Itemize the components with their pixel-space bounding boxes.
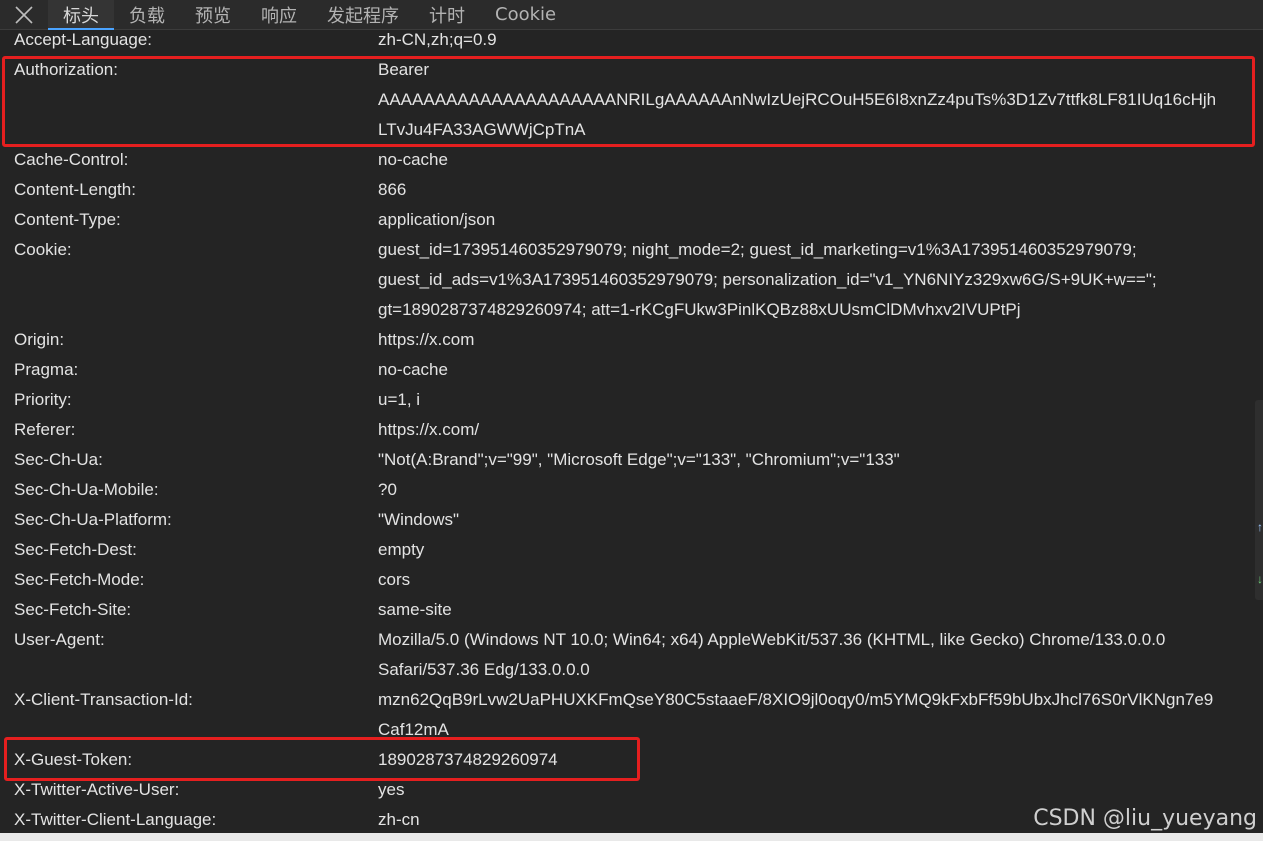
header-row-priority: Priority: u=1, i	[0, 385, 1263, 415]
header-name: User-Agent:	[14, 630, 105, 649]
header-row-sec-ch-ua-mobile: Sec-Ch-Ua-Mobile: ?0	[0, 475, 1263, 505]
header-value-line: no-cache	[378, 360, 448, 379]
header-value-line: zh-CN,zh;q=0.9	[378, 30, 497, 49]
header-value[interactable]: mzn62QqB9rLvw2UaPHUXKFmQseY80C5staaeF/8X…	[378, 685, 1248, 745]
header-value-line: Caf12mA	[378, 720, 449, 739]
header-row-sec-fetch-mode: Sec-Fetch-Mode: cors	[0, 565, 1263, 595]
header-name: Sec-Fetch-Mode:	[14, 570, 145, 589]
header-value-line: guest_id_ads=v1%3A173951460352979079; pe…	[378, 270, 1157, 289]
header-value[interactable]: 1890287374829260974	[378, 745, 1248, 775]
header-row-cookie: Cookie: guest_id=173951460352979079; nig…	[0, 235, 1263, 325]
header-value[interactable]: "Not(A:Brand";v="99", "Microsoft Edge";v…	[378, 445, 1248, 475]
header-value[interactable]: "Windows"	[378, 505, 1248, 535]
header-value[interactable]: Bearer AAAAAAAAAAAAAAAAAAAAANRILgAAAAAAn…	[378, 55, 1248, 145]
header-value[interactable]: empty	[378, 535, 1248, 565]
header-value-line: https://x.com	[378, 330, 475, 349]
header-name: Referer:	[14, 420, 76, 439]
side-panel-edge[interactable]	[1255, 400, 1263, 600]
header-value[interactable]: yes	[378, 775, 1248, 805]
header-name: Origin:	[14, 330, 65, 349]
header-name: Sec-Ch-Ua:	[14, 450, 103, 469]
header-value-line: no-cache	[378, 150, 448, 169]
header-value[interactable]: https://x.com	[378, 325, 1248, 355]
header-row-authorization: Authorization: Bearer AAAAAAAAAAAAAAAAAA…	[0, 55, 1263, 145]
header-value[interactable]: no-cache	[378, 355, 1248, 385]
header-name: Sec-Ch-Ua-Mobile:	[14, 480, 159, 499]
arrow-down-icon: ↓	[1257, 572, 1263, 586]
header-value-line: 1890287374829260974	[378, 750, 558, 769]
request-headers-list: Accept-Language: zh-CN,zh;q=0.9 Authoriz…	[0, 25, 1263, 835]
header-value-line: mzn62QqB9rLvw2UaPHUXKFmQseY80C5staaeF/8X…	[378, 690, 1214, 709]
header-name: X-Twitter-Active-User:	[14, 780, 180, 799]
header-value-line: same-site	[378, 600, 452, 619]
header-value[interactable]: cors	[378, 565, 1248, 595]
header-value-line: AAAAAAAAAAAAAAAAAAAAANRILgAAAAAAnNwIzUej…	[378, 90, 1217, 109]
header-value-line: cors	[378, 570, 411, 589]
header-row-sec-fetch-dest: Sec-Fetch-Dest: empty	[0, 535, 1263, 565]
header-value-line: "Windows"	[378, 510, 460, 529]
header-value-line: Safari/537.36 Edg/133.0.0.0	[378, 660, 590, 679]
header-row-x-guest-token: X-Guest-Token: 1890287374829260974	[0, 745, 1263, 775]
close-icon	[15, 5, 33, 24]
header-value-line: ?0	[378, 480, 397, 499]
header-value-line: Bearer	[378, 60, 430, 79]
header-row-referer: Referer: https://x.com/	[0, 415, 1263, 445]
header-row-x-client-transaction-id: X-Client-Transaction-Id: mzn62QqB9rLvw2U…	[0, 685, 1263, 745]
header-value-line: guest_id=173951460352979079; night_mode=…	[378, 240, 1137, 259]
header-name: Sec-Fetch-Dest:	[14, 540, 137, 559]
header-name: Pragma:	[14, 360, 79, 379]
header-value[interactable]: same-site	[378, 595, 1248, 625]
header-row-user-agent: User-Agent: Mozilla/5.0 (Windows NT 10.0…	[0, 625, 1263, 685]
header-value[interactable]: ?0	[378, 475, 1248, 505]
header-value-line: "Not(A:Brand";v="99", "Microsoft Edge";v…	[378, 450, 900, 469]
arrow-up-icon: ↑	[1257, 520, 1263, 534]
watermark: CSDN @liu_yueyang	[1033, 806, 1257, 831]
header-row-content-length: Content-Length: 866	[0, 175, 1263, 205]
header-name: Authorization:	[14, 60, 118, 79]
header-name: Cookie:	[14, 240, 72, 259]
header-value-line: 866	[378, 180, 407, 199]
header-value-line: application/json	[378, 210, 496, 229]
header-value[interactable]: Mozilla/5.0 (Windows NT 10.0; Win64; x64…	[378, 625, 1248, 685]
header-value-line: https://x.com/	[378, 420, 480, 439]
header-name: X-Guest-Token:	[14, 750, 133, 769]
header-value[interactable]: 866	[378, 175, 1248, 205]
header-value-line: u=1, i	[378, 390, 421, 409]
header-row-sec-ch-ua: Sec-Ch-Ua: "Not(A:Brand";v="99", "Micros…	[0, 445, 1263, 475]
header-name: Accept-Language:	[14, 30, 152, 49]
header-name: X-Client-Transaction-Id:	[14, 690, 193, 709]
header-value[interactable]: https://x.com/	[378, 415, 1248, 445]
header-row-origin: Origin: https://x.com	[0, 325, 1263, 355]
header-value-line: Mozilla/5.0 (Windows NT 10.0; Win64; x64…	[378, 630, 1166, 649]
header-name: Sec-Fetch-Site:	[14, 600, 132, 619]
header-value-line: gt=1890287374829260974; att=1-rKCgFUkw3P…	[378, 300, 1021, 319]
header-name: Content-Type:	[14, 210, 121, 229]
header-value-line: yes	[378, 780, 405, 799]
header-row-sec-fetch-site: Sec-Fetch-Site: same-site	[0, 595, 1263, 625]
header-name: X-Twitter-Client-Language:	[14, 810, 217, 829]
header-row-accept-language: Accept-Language: zh-CN,zh;q=0.9	[0, 25, 1263, 55]
devtools-headers-panel: 标头 负载 预览 响应 发起程序 计时 Cookie Accept-Langua…	[0, 0, 1263, 841]
header-row-sec-ch-ua-platform: Sec-Ch-Ua-Platform: "Windows"	[0, 505, 1263, 535]
header-value[interactable]: u=1, i	[378, 385, 1248, 415]
header-name: Content-Length:	[14, 180, 136, 199]
header-row-x-twitter-active-user: X-Twitter-Active-User: yes	[0, 775, 1263, 805]
header-name: Priority:	[14, 390, 72, 409]
header-value-line: LTvJu4FA33AGWWjCpTnA	[378, 120, 586, 139]
bottom-edge	[0, 833, 1263, 841]
header-row-pragma: Pragma: no-cache	[0, 355, 1263, 385]
header-value[interactable]: application/json	[378, 205, 1248, 235]
header-row-cache-control: Cache-Control: no-cache	[0, 145, 1263, 175]
header-name: Cache-Control:	[14, 150, 129, 169]
header-row-content-type: Content-Type: application/json	[0, 205, 1263, 235]
header-value[interactable]: no-cache	[378, 145, 1248, 175]
header-value[interactable]: zh-CN,zh;q=0.9	[378, 25, 1248, 55]
header-name: Sec-Ch-Ua-Platform:	[14, 510, 172, 529]
header-value-line: empty	[378, 540, 425, 559]
header-value[interactable]: guest_id=173951460352979079; night_mode=…	[378, 235, 1248, 325]
